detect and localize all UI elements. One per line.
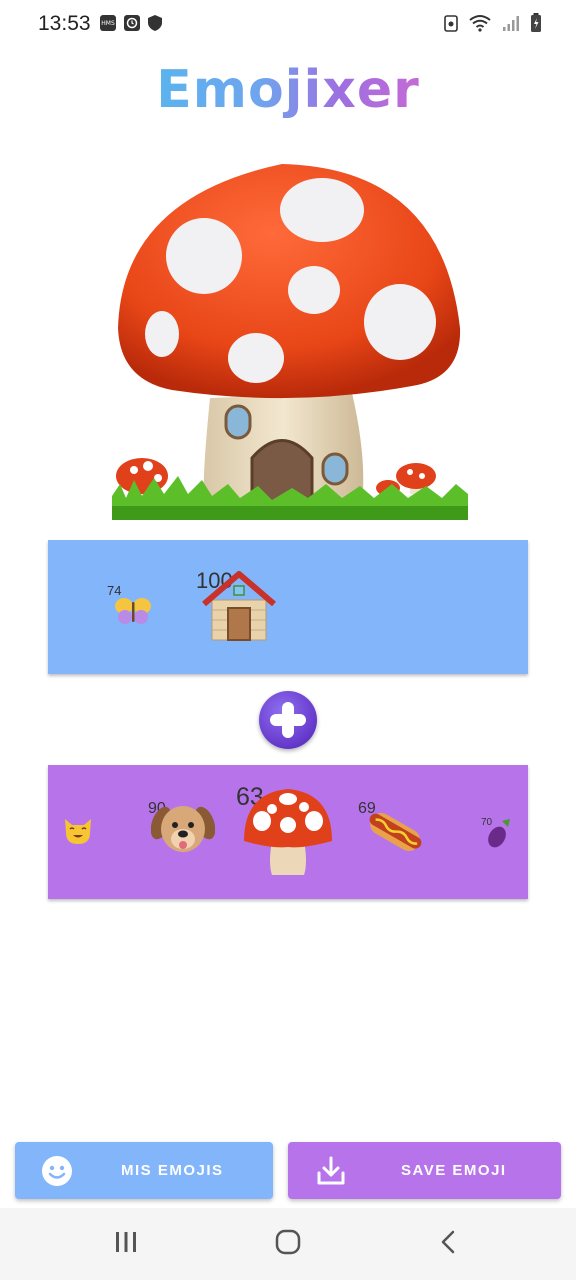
download-icon [317,1156,345,1185]
mushroom-house-icon [112,164,468,520]
navigation-bar [0,1208,576,1280]
cat-icon[interactable] [62,815,94,845]
clock-icon [124,15,140,31]
eggplant-icon[interactable] [486,817,512,849]
mis-emojis-button[interactable]: MIS EMOJIS [15,1142,273,1199]
status-icons-right [444,13,542,33]
status-icons-left: HMS [100,15,162,31]
recycle-icon [444,15,458,32]
save-emoji-button[interactable]: SAVE EMOJI [288,1142,561,1199]
mushroom-icon[interactable] [242,787,334,877]
plus-button[interactable] [259,691,317,749]
hms-icon: HMS [100,15,116,31]
butterfly-icon[interactable] [114,596,152,626]
signal-icon [503,16,519,31]
shield-icon [148,15,162,31]
smiley-icon [42,1156,72,1186]
top-emoji-carousel[interactable]: 74 100 [48,540,528,674]
status-time: 13:53 [38,12,91,35]
hotdog-icon[interactable] [364,805,426,859]
save-emoji-label: SAVE EMOJI [401,1162,507,1179]
app-title: Emojixer [156,60,420,120]
house-icon[interactable] [202,570,276,642]
status-bar: 13:53 HMS [0,0,576,48]
battery-icon [531,13,541,32]
back-icon[interactable] [438,1228,458,1256]
mis-emojis-label: MIS EMOJIS [121,1162,224,1179]
recents-icon[interactable] [114,1228,138,1256]
wifi-icon [469,15,491,32]
home-icon[interactable] [274,1228,302,1256]
bottom-emoji-carousel[interactable]: 90 63 69 70 [48,765,528,899]
dog-icon[interactable] [151,803,215,855]
